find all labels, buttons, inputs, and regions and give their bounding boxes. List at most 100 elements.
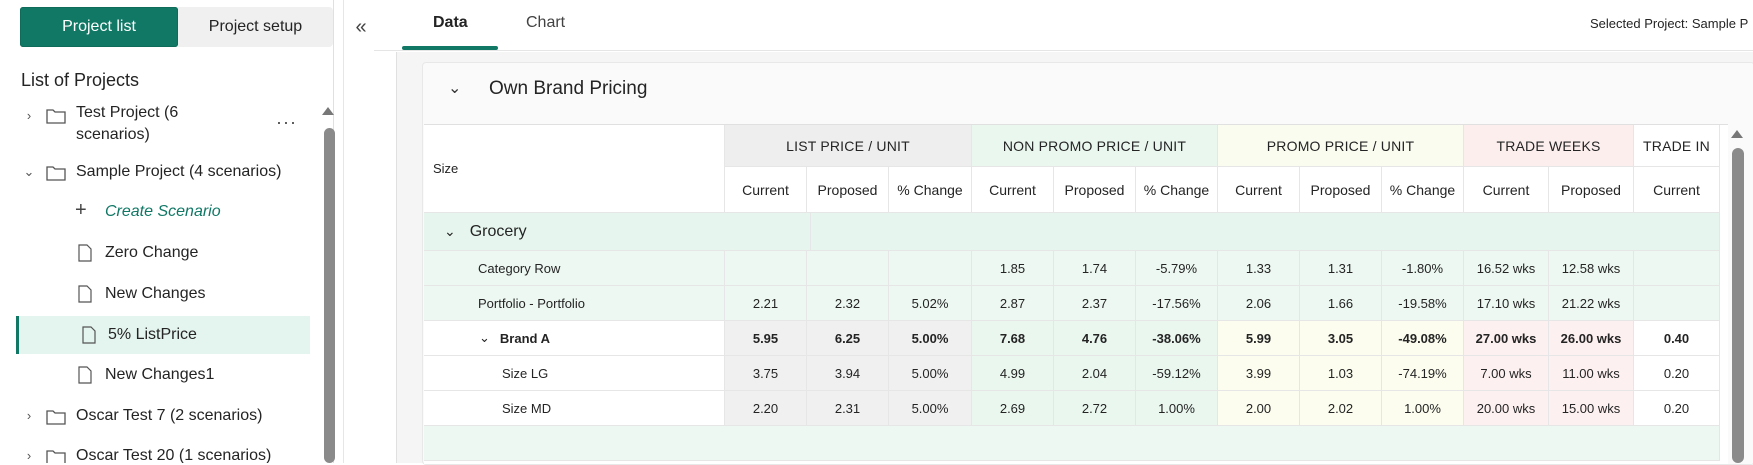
table-cell[interactable]: 2.06 xyxy=(1218,286,1300,321)
table-cell[interactable]: -74.19% xyxy=(1382,356,1464,391)
create-scenario-link[interactable]: + Create Scenario xyxy=(16,199,306,227)
table-cell[interactable]: 1.33 xyxy=(1218,251,1300,286)
table-cell[interactable]: 3.75 xyxy=(725,356,807,391)
table-row-label[interactable]: Category Row xyxy=(424,251,725,286)
grid-scroll-up-arrow[interactable] xyxy=(1731,130,1743,138)
column-subheader[interactable]: Current xyxy=(1218,167,1300,213)
column-subheader[interactable]: Current xyxy=(972,167,1054,213)
table-cell[interactable]: 5.00% xyxy=(889,321,972,356)
table-cell[interactable]: 0.20 xyxy=(1634,356,1720,391)
table-cell[interactable]: 16.52 wks xyxy=(1464,251,1549,286)
table-cell[interactable]: 17.10 wks xyxy=(1464,286,1549,321)
table-cell[interactable]: 2.02 xyxy=(1300,391,1382,426)
chevron-down-icon[interactable]: ⌄ xyxy=(22,164,36,180)
table-cell[interactable]: 2.87 xyxy=(972,286,1054,321)
table-row-label[interactable]: Portfolio - Portfolio xyxy=(424,286,725,321)
table-cell[interactable]: 26.00 wks xyxy=(1549,321,1634,356)
table-cell[interactable]: 1.03 xyxy=(1300,356,1382,391)
sidebar-scroll-up-arrow[interactable] xyxy=(322,107,334,115)
table-cell[interactable]: 2.32 xyxy=(807,286,889,321)
column-subheader[interactable]: Current xyxy=(725,167,807,213)
table-cell[interactable]: 1.66 xyxy=(1300,286,1382,321)
table-cell[interactable]: 3.99 xyxy=(1218,356,1300,391)
table-cell[interactable] xyxy=(1634,286,1720,321)
table-cell[interactable]: 1.85 xyxy=(972,251,1054,286)
more-options-icon[interactable]: ··· xyxy=(276,112,297,133)
chevron-right-icon[interactable]: › xyxy=(22,448,36,463)
table-cell[interactable]: 2.20 xyxy=(725,391,807,426)
table-cell[interactable] xyxy=(1634,251,1720,286)
table-cell[interactable]: 1.31 xyxy=(1300,251,1382,286)
table-cell[interactable]: -49.08% xyxy=(1382,321,1464,356)
chevron-down-icon[interactable]: ⌄ xyxy=(444,223,456,240)
table-cell[interactable]: 7.00 wks xyxy=(1464,356,1549,391)
table-cell[interactable]: 4.76 xyxy=(1054,321,1136,356)
column-subheader[interactable]: % Change xyxy=(1136,167,1218,213)
table-cell[interactable]: -38.06% xyxy=(1136,321,1218,356)
project-setup-tab-button[interactable]: Project setup xyxy=(178,7,333,47)
tree-item-oscar-test-20[interactable]: › Oscar Test 20 (1 scenarios) xyxy=(16,446,306,463)
chevron-down-icon[interactable]: ⌄ xyxy=(479,330,490,346)
table-cell[interactable]: 1.00% xyxy=(1136,391,1218,426)
table-cell[interactable]: 6.25 xyxy=(807,321,889,356)
table-cell[interactable]: 0.20 xyxy=(1634,391,1720,426)
table-cell[interactable] xyxy=(889,251,972,286)
column-subheader[interactable]: Proposed xyxy=(807,167,889,213)
table-cell[interactable]: 1.74 xyxy=(1054,251,1136,286)
table-cell[interactable]: 2.37 xyxy=(1054,286,1136,321)
section-collapse-chevron-icon[interactable]: ⌄ xyxy=(448,78,461,98)
column-subheader[interactable]: Proposed xyxy=(1549,167,1634,213)
table-cell[interactable]: 21.22 wks xyxy=(1549,286,1634,321)
scenario-item-zero-change[interactable]: Zero Change xyxy=(16,242,306,268)
scenario-item-new-changes[interactable]: New Changes xyxy=(16,283,306,309)
column-subheader[interactable]: Current xyxy=(1634,167,1720,213)
table-cell[interactable]: 5.00% xyxy=(889,391,972,426)
table-cell[interactable]: 2.00 xyxy=(1218,391,1300,426)
table-cell[interactable]: 20.00 wks xyxy=(1464,391,1549,426)
table-cell[interactable] xyxy=(807,251,889,286)
table-cell[interactable]: 11.00 wks xyxy=(1549,356,1634,391)
scenario-item-5-listprice[interactable]: 5% ListPrice xyxy=(16,316,310,354)
column-subheader[interactable]: Current xyxy=(1464,167,1549,213)
table-cell[interactable]: 3.05 xyxy=(1300,321,1382,356)
table-cell[interactable]: -19.58% xyxy=(1382,286,1464,321)
table-cell[interactable]: 7.68 xyxy=(972,321,1054,356)
tab-chart[interactable]: Chart xyxy=(526,14,565,32)
project-list-tab-button[interactable]: Project list xyxy=(20,7,178,47)
table-cell[interactable]: 2.21 xyxy=(725,286,807,321)
column-subheader[interactable]: Proposed xyxy=(1054,167,1136,213)
table-row-label[interactable]: Size LG xyxy=(424,356,725,391)
table-cell[interactable]: 5.00% xyxy=(889,356,972,391)
chevron-right-icon[interactable]: › xyxy=(22,108,36,123)
table-cell[interactable]: 5.99 xyxy=(1218,321,1300,356)
table-cell[interactable]: -59.12% xyxy=(1136,356,1218,391)
table-cell[interactable]: 5.95 xyxy=(725,321,807,356)
table-cell[interactable]: 2.04 xyxy=(1054,356,1136,391)
tree-item-test-project[interactable]: › Test Project (6 scenarios) xyxy=(16,104,306,150)
table-cell[interactable]: 3.94 xyxy=(807,356,889,391)
table-cell[interactable] xyxy=(725,251,807,286)
table-cell[interactable]: 2.72 xyxy=(1054,391,1136,426)
chevron-right-icon[interactable]: › xyxy=(22,408,36,423)
table-cell[interactable]: 4.99 xyxy=(972,356,1054,391)
column-subheader[interactable]: % Change xyxy=(889,167,972,213)
table-cell[interactable]: 2.31 xyxy=(807,391,889,426)
table-row-label[interactable]: ⌄ Brand A xyxy=(424,321,725,356)
column-subheader[interactable]: Proposed xyxy=(1300,167,1382,213)
table-cell[interactable]: -1.80% xyxy=(1382,251,1464,286)
table-cell[interactable]: -17.56% xyxy=(1136,286,1218,321)
scenario-item-new-changes1[interactable]: New Changes1 xyxy=(16,364,306,390)
table-cell[interactable]: 27.00 wks xyxy=(1464,321,1549,356)
grid-scrollbar-thumb[interactable] xyxy=(1732,148,1744,463)
table-cell[interactable]: 2.69 xyxy=(972,391,1054,426)
tab-data[interactable]: Data xyxy=(433,14,468,32)
table-cell[interactable]: -5.79% xyxy=(1136,251,1218,286)
table-cell[interactable]: 0.40 xyxy=(1634,321,1720,356)
tree-item-oscar-test-7[interactable]: › Oscar Test 7 (2 scenarios) xyxy=(16,406,306,432)
sidebar-scrollbar-thumb[interactable] xyxy=(324,128,335,463)
table-cell[interactable]: 12.58 wks xyxy=(1549,251,1634,286)
row-group-header[interactable]: ⌄ Grocery xyxy=(424,213,811,251)
column-subheader[interactable]: % Change xyxy=(1382,167,1464,213)
table-cell[interactable]: 15.00 wks xyxy=(1549,391,1634,426)
tree-item-sample-project[interactable]: ⌄ Sample Project (4 scenarios) xyxy=(16,162,306,188)
